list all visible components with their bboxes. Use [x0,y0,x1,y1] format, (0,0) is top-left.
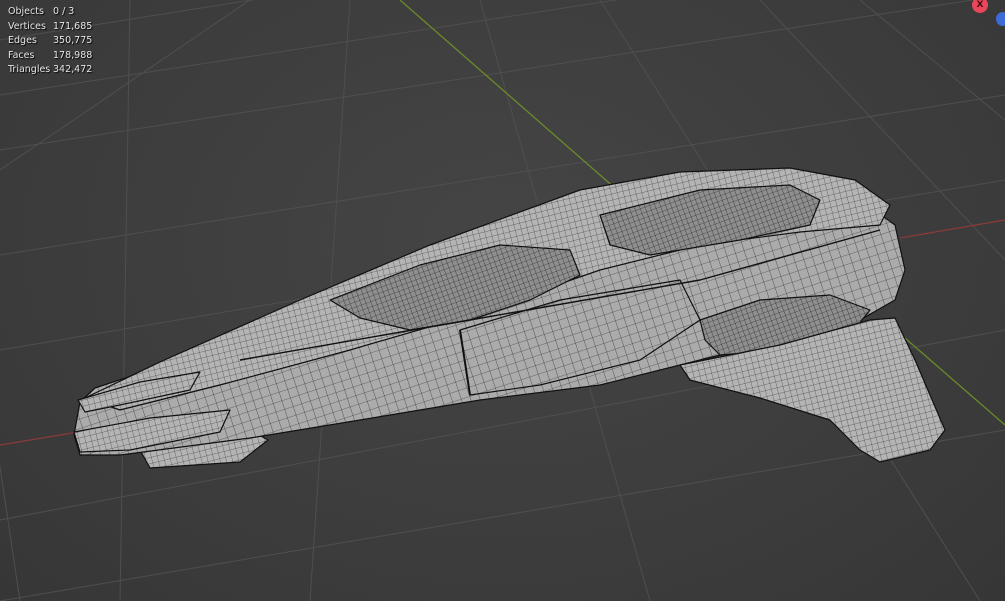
stat-value: 342,472 [53,64,93,76]
stat-label: Edges [8,35,37,47]
stat-label: Faces [8,49,35,61]
stat-row-objects: Objects 0 / 3 [8,5,92,20]
viewport-canvas[interactable] [0,0,1005,601]
stat-label: Triangles [8,64,51,76]
3d-viewport[interactable]: Objects 0 / 3 Vertices 171,685 Edges 350… [0,0,1005,601]
stat-row-edges: Edges 350,775 [8,34,92,49]
stat-row-vertices: Vertices 171,685 [8,20,92,35]
stat-value: 350,775 [53,35,93,47]
stat-value: 0 / 3 [53,6,75,17]
stat-row-faces: Faces 178,988 [8,49,92,64]
stat-label: Vertices [8,20,46,32]
spaceship-mesh[interactable] [73,167,946,469]
stat-row-triangles: Triangles 342,472 [8,63,92,78]
stat-value: 178,988 [53,49,93,61]
gizmo-z-axis-button[interactable] [996,12,1005,26]
stat-value: 171,685 [53,20,93,32]
stat-label: Objects [8,6,44,17]
x-axis-line-far [899,219,1005,239]
statistics-overlay: Objects 0 / 3 Vertices 171,685 Edges 350… [8,5,92,78]
y-axis-line [399,0,641,211]
